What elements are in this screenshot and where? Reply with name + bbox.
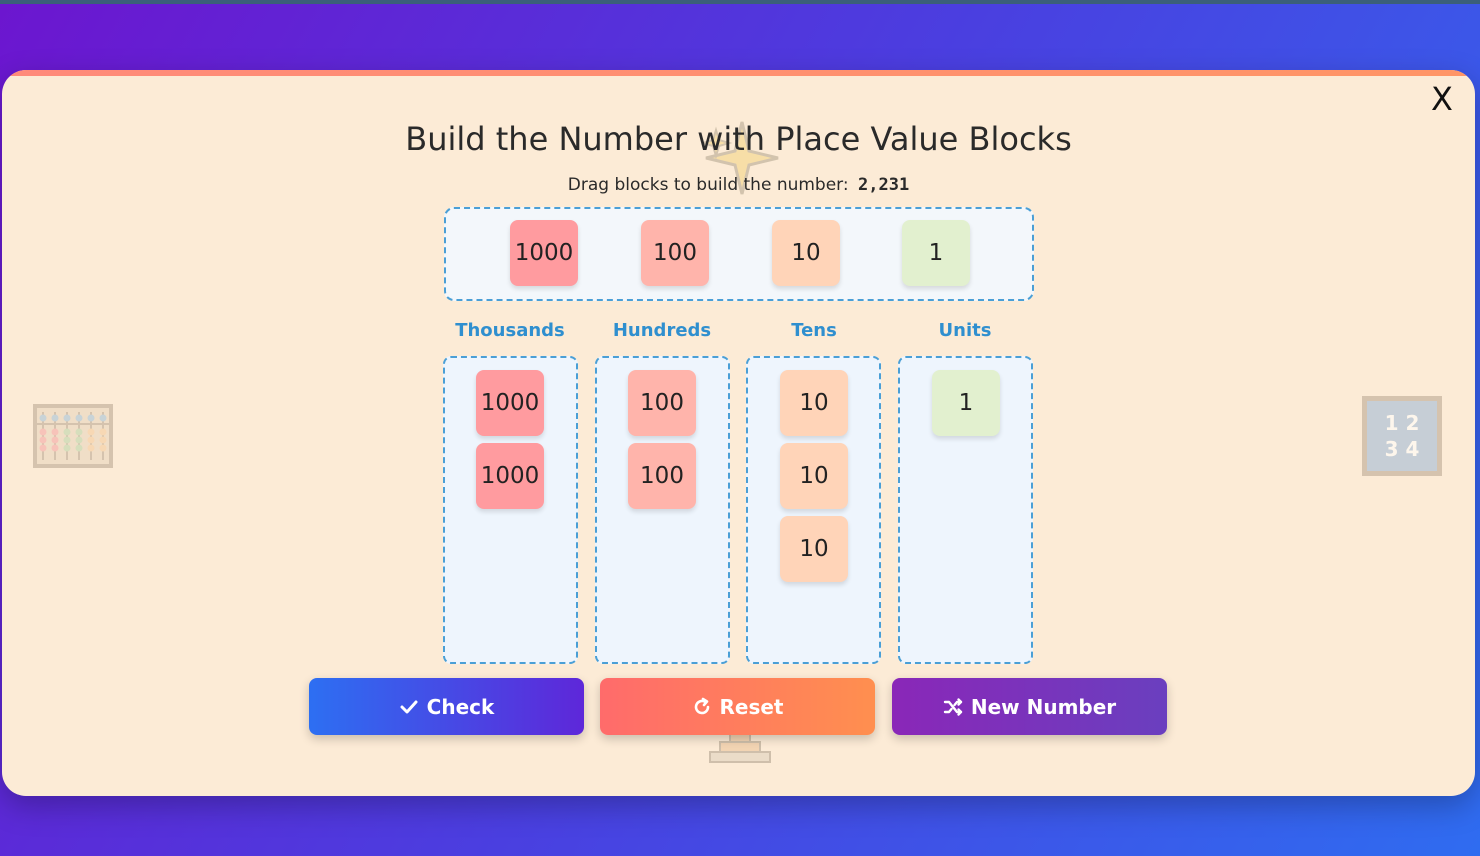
checkmark-icon	[400, 700, 418, 713]
target-number: 2,231	[858, 175, 910, 195]
instruction-prefix: Drag blocks to build the number:	[567, 175, 849, 195]
placed-block-1[interactable]: 1	[932, 370, 1000, 436]
page-title: Build the Number with Place Value Blocks	[405, 120, 1072, 158]
trophy-base-icon	[709, 732, 771, 763]
abacus-icon	[33, 404, 113, 468]
number-grid-row-1: 1 2	[1384, 411, 1420, 435]
placed-block-10[interactable]: 10	[780, 443, 848, 509]
column-label-tens: Tens	[791, 320, 837, 341]
check-button[interactable]: Check	[309, 678, 584, 735]
placed-block-100[interactable]: 100	[628, 370, 696, 436]
palette-block-1000[interactable]: 1000	[510, 220, 578, 286]
reset-button[interactable]: Reset	[600, 678, 875, 735]
number-grid-row-2: 3 4	[1384, 437, 1420, 461]
block-palette: 1000 100 10 1	[444, 207, 1034, 301]
column-label-thousands: Thousands	[455, 320, 565, 341]
redo-icon	[694, 697, 709, 714]
hundreds-drop-zone[interactable]: 100 100	[595, 356, 730, 664]
placed-block-1000[interactable]: 1000	[476, 370, 544, 436]
instruction-text: Drag blocks to build the number: 2,231	[2, 175, 1475, 195]
palette-block-1[interactable]: 1	[902, 220, 970, 286]
units-drop-zone[interactable]: 1	[898, 356, 1033, 664]
new-number-button-label: New Number	[970, 694, 1117, 719]
shuffle-icon	[943, 697, 963, 716]
number-grid-icon: 1 2 3 4	[1362, 396, 1442, 476]
reset-button-label: Reset	[719, 694, 784, 719]
placed-block-1000[interactable]: 1000	[476, 443, 544, 509]
column-label-units: Units	[938, 320, 992, 341]
placed-block-100[interactable]: 100	[628, 443, 696, 509]
tens-drop-zone[interactable]: 10 10 10	[746, 356, 881, 664]
palette-block-10[interactable]: 10	[772, 220, 840, 286]
new-number-button[interactable]: New Number	[892, 678, 1167, 735]
game-modal: X Build the Number with Place Value Bloc…	[2, 70, 1475, 796]
thousands-drop-zone[interactable]: 1000 1000	[443, 356, 578, 664]
close-button[interactable]: X	[1425, 82, 1459, 116]
check-button-label: Check	[426, 694, 495, 719]
column-label-hundreds: Hundreds	[612, 320, 712, 341]
modal-top-stripe	[2, 70, 1475, 76]
placed-block-10[interactable]: 10	[780, 516, 848, 582]
placed-block-10[interactable]: 10	[780, 370, 848, 436]
palette-block-100[interactable]: 100	[641, 220, 709, 286]
window-top-border	[0, 0, 1480, 4]
